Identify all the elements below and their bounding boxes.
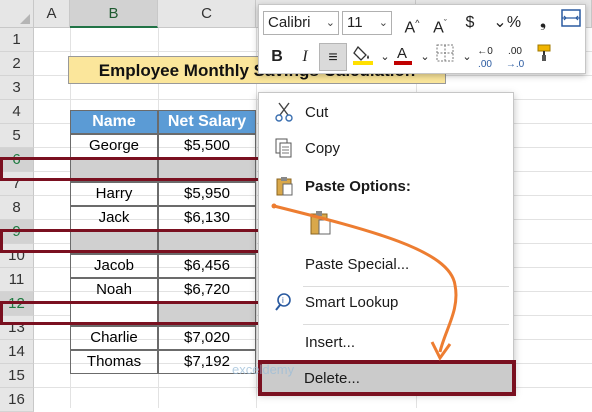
increase-font-icon[interactable]: A^ xyxy=(398,9,426,37)
watermark: exceldemy xyxy=(232,362,295,377)
menu-item-delete[interactable]: Delete... xyxy=(258,360,516,396)
chevron-down-icon: ⌄ xyxy=(378,17,388,29)
menu-label-paste-options: Paste Options: xyxy=(305,178,411,195)
table-cell[interactable]: Thomas xyxy=(70,350,158,374)
context-menu: Cut Copy Paste Options: Paste Special...… xyxy=(258,92,514,392)
column-header-b[interactable]: B xyxy=(70,0,158,28)
comma-style-icon[interactable]: ❟ xyxy=(529,9,557,37)
menu-item-cut[interactable]: Cut xyxy=(259,99,513,127)
table-cell[interactable]: Noah xyxy=(70,278,158,302)
table-cell[interactable]: $5,950 xyxy=(158,182,256,206)
row-header-3[interactable]: 3 xyxy=(0,76,34,100)
column-header-a[interactable]: A xyxy=(34,0,70,28)
row-header-5[interactable]: 5 xyxy=(0,124,34,148)
row-header-16[interactable]: 16 xyxy=(0,388,34,412)
table-cell[interactable]: Harry xyxy=(70,182,158,206)
table-cell[interactable]: $5,500 xyxy=(158,134,256,158)
menu-item-insert[interactable]: Insert... xyxy=(259,329,513,357)
clipboard-icon xyxy=(273,175,295,199)
table-cell[interactable]: Jack xyxy=(70,206,158,230)
currency-format-icon[interactable]: $ xyxy=(456,9,484,37)
menu-label-copy: Copy xyxy=(305,140,341,157)
mini-toolbar: Calibri ⌄ 11 ⌄ A^ Aˇ $ ⌄ % ❟ B I ≡ ⌄ A ⌄ ⌄… xyxy=(258,4,586,74)
search-icon: i xyxy=(273,291,295,315)
chevron-down-icon: ⌄ xyxy=(325,17,335,29)
selected-row-6-highlight xyxy=(0,157,262,181)
selected-row-9-highlight xyxy=(0,229,262,253)
row-header-11[interactable]: 11 xyxy=(0,268,34,292)
menu-label-cut: Cut xyxy=(305,104,329,121)
menu-separator xyxy=(303,324,509,325)
row-header-2[interactable]: 2 xyxy=(0,52,34,76)
decrease-decimal-icon[interactable]: .00 →.0 xyxy=(501,43,529,71)
font-size-value: 11 xyxy=(347,14,363,31)
merge-cells-icon[interactable] xyxy=(557,9,585,37)
row-header-4[interactable]: 4 xyxy=(0,100,34,124)
menu-item-paste-options: Paste Options: xyxy=(259,173,513,201)
font-size-box[interactable]: 11 ⌄ xyxy=(342,11,392,35)
table-cell[interactable]: $6,720 xyxy=(158,278,256,302)
row-header-15[interactable]: 15 xyxy=(0,364,34,388)
menu-label-smart-lookup: Smart Lookup xyxy=(305,294,399,311)
menu-item-copy[interactable]: Copy xyxy=(259,135,513,163)
gridline xyxy=(256,28,257,408)
menu-item-smart-lookup[interactable]: i Smart Lookup xyxy=(259,289,513,317)
selected-row-12-highlight xyxy=(0,301,262,325)
table-cell[interactable]: Charlie xyxy=(70,326,158,350)
svg-text:A: A xyxy=(397,45,407,62)
menu-label-delete: Delete... xyxy=(304,370,360,387)
format-painter-icon[interactable] xyxy=(531,43,559,71)
font-name-value: Calibri xyxy=(268,14,311,31)
percent-format-icon[interactable]: % xyxy=(500,9,528,37)
menu-separator xyxy=(303,286,509,287)
table-cell[interactable]: $6,130 xyxy=(158,206,256,230)
paste-clipboard-icon[interactable] xyxy=(307,209,333,237)
row-header-14[interactable]: 14 xyxy=(0,340,34,364)
select-all-triangle-icon xyxy=(20,14,30,24)
table-cell[interactable]: $7,020 xyxy=(158,326,256,350)
table-header-name[interactable]: Name xyxy=(70,110,158,134)
menu-item-paste-special[interactable]: Paste Special... xyxy=(259,251,513,279)
increase-decimal-icon[interactable]: ←0.00 xyxy=(471,43,499,71)
font-name-box[interactable]: Calibri ⌄ xyxy=(263,11,339,35)
row-header-1[interactable]: 1 xyxy=(0,28,34,52)
select-all-corner[interactable] xyxy=(0,0,34,28)
copy-icon xyxy=(273,137,295,161)
table-cell[interactable]: George xyxy=(70,134,158,158)
decrease-font-icon[interactable]: Aˇ xyxy=(426,9,454,37)
menu-label-paste-special: Paste Special... xyxy=(305,256,410,273)
svg-text:i: i xyxy=(282,296,284,305)
table-cell[interactable]: $6,456 xyxy=(158,254,256,278)
column-header-c[interactable]: C xyxy=(158,0,256,28)
table-cell[interactable]: Jacob xyxy=(70,254,158,278)
menu-label-insert: Insert... xyxy=(305,334,356,351)
italic-icon[interactable]: I xyxy=(291,43,319,71)
bold-icon[interactable]: B xyxy=(263,43,291,71)
row-header-8[interactable]: 8 xyxy=(0,196,34,220)
scissors-icon xyxy=(273,101,295,125)
table-header-net-salary[interactable]: Net Salary xyxy=(158,110,256,134)
align-center-icon[interactable]: ≡ xyxy=(319,43,347,71)
